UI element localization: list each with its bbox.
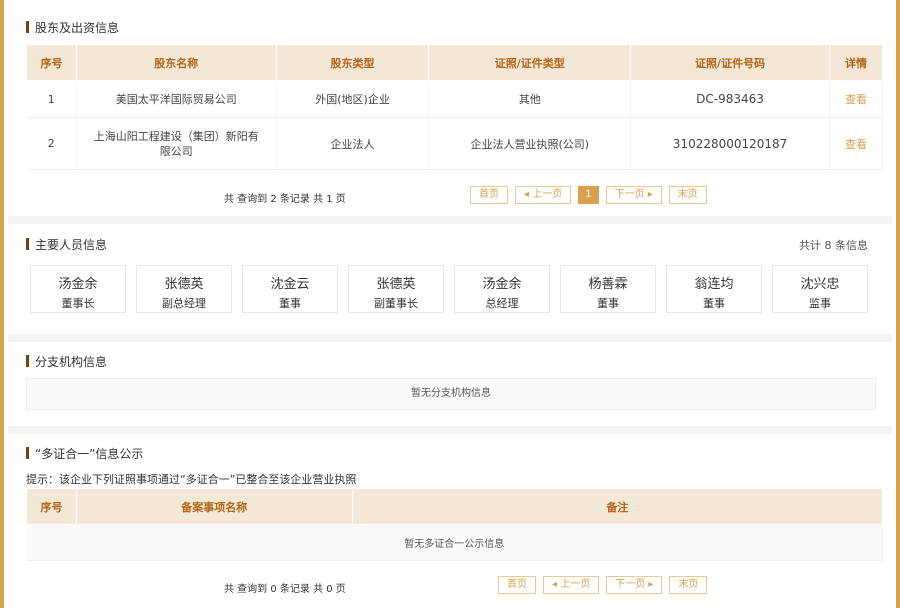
person-card[interactable]: 汤金余 董事长 (30, 265, 126, 313)
section-divider (8, 334, 892, 342)
prev-page-button[interactable]: ◂ 上一页 (543, 576, 600, 594)
row-name: 美国太平洋国际贸易公司 (76, 80, 277, 118)
person-card[interactable]: 张德英 副董事长 (348, 265, 444, 313)
multi-cert-hint: 提示：该企业下列证照事项通过“多证合一”已整合至该企业营业执照 (26, 473, 357, 486)
title-bar (26, 355, 29, 367)
shareholders-pager: 首页 ◂ 上一页 1 下一页 ▸ 末页 (470, 186, 707, 204)
row-no: 2 (26, 117, 77, 170)
person-name: 张德英 (376, 277, 416, 292)
shareholders-total: 共 查询到 2 条记录 共 1 页 (224, 194, 346, 205)
multi-cert-pager: 首页 ◂ 上一页 下一页 ▸ 末页 (498, 576, 708, 594)
last-page-button[interactable]: 末页 (669, 576, 708, 594)
current-page-button[interactable]: 1 (578, 186, 599, 204)
row-type: 外国(地区)企业 (276, 80, 430, 118)
table-row: 2 上海山阳工程建设（集团）新阳有限公司 企业法人 企业法人营业执照(公司) 3… (26, 117, 883, 170)
row-cert-no: DC-983463 (630, 80, 830, 118)
person-role: 监事 (809, 297, 831, 310)
prev-page-button[interactable]: ◂ 上一页 (515, 186, 572, 204)
person-card[interactable]: 汤金余 总经理 (454, 265, 550, 313)
row-cert-type: 其他 (428, 80, 632, 118)
shareholders-title-text: 股东及出资信息 (35, 20, 120, 35)
branches-title-text: 分支机构信息 (35, 354, 108, 369)
person-card[interactable]: 沈兴忠 监事 (772, 265, 868, 313)
person-name: 沈金云 (270, 277, 310, 292)
person-name: 沈兴忠 (800, 277, 840, 292)
person-card[interactable]: 沈金云 董事 (242, 265, 338, 313)
section-divider (8, 216, 892, 224)
person-name: 杨善霖 (588, 277, 628, 292)
col-item-name: 备案事项名称 (75, 488, 353, 525)
multi-cert-table: 序号 备案事项名称 备注 暂无多证合一公示信息 (26, 488, 884, 561)
title-bar (26, 238, 29, 250)
col-cert-type: 证照/证件类型 (428, 44, 632, 81)
personnel-title-text: 主要人员信息 (35, 237, 108, 252)
personnel-section: 主要人员信息 共计 8 条信息 汤金余 董事长 张德英 副总经理 沈金云 董事 … (8, 224, 892, 334)
title-bar (26, 447, 29, 459)
person-role: 董事 (597, 297, 619, 310)
view-detail-link[interactable]: 查看 (829, 80, 883, 118)
person-card[interactable]: 翁连均 董事 (666, 265, 762, 313)
table-header-row: 序号 股东名称 股东类型 证照/证件类型 证照/证件号码 详情 (26, 44, 883, 81)
row-cert-no: 310228000120187 (630, 117, 830, 170)
next-page-button[interactable]: 下一页 ▸ (606, 576, 663, 594)
col-name: 股东名称 (75, 44, 277, 81)
multi-cert-title-text: “多证合一”信息公示 (35, 446, 144, 461)
person-role: 总经理 (485, 297, 519, 310)
page-frame: 股东及出资信息 序号 股东名称 股东类型 证照/证件类型 证照/证件号码 详情 … (0, 0, 900, 608)
branches-title: 分支机构信息 (26, 353, 107, 369)
row-no: 1 (26, 80, 77, 118)
col-no: 序号 (26, 488, 77, 525)
first-page-button[interactable]: 首页 (498, 576, 536, 594)
multi-cert-total: 共 查询到 0 条记录 共 0 页 (224, 584, 346, 595)
multi-cert-title: “多证合一”信息公示 (26, 445, 143, 461)
person-role: 副总经理 (162, 297, 206, 310)
person-role: 董事长 (61, 297, 95, 310)
next-page-button[interactable]: 下一页 ▸ (605, 186, 662, 204)
person-role: 董事 (703, 297, 725, 310)
multi-cert-section: “多证合一”信息公示 提示：该企业下列证照事项通过“多证合一”已整合至该企业营业… (8, 434, 892, 608)
shareholders-table: 序号 股东名称 股东类型 证照/证件类型 证照/证件号码 详情 1 美国太平洋国… (26, 44, 883, 170)
branches-section: 分支机构信息 暂无分支机构信息 (8, 342, 892, 426)
personnel-list: 汤金余 董事长 张德英 副总经理 沈金云 董事 张德英 副董事长 汤金余 总经理… (30, 265, 870, 315)
shareholders-section: 股东及出资信息 序号 股东名称 股东类型 证照/证件类型 证照/证件号码 详情 … (8, 0, 892, 216)
person-name: 张德英 (164, 277, 204, 292)
person-name: 翁连均 (694, 277, 734, 292)
shareholders-title: 股东及出资信息 (26, 19, 119, 35)
title-bar (26, 21, 29, 33)
col-remark: 备注 (351, 488, 884, 525)
view-detail-link[interactable]: 查看 (829, 117, 883, 170)
col-type: 股东类型 (275, 44, 430, 81)
section-divider (8, 426, 892, 434)
branches-empty-message: 暂无分支机构信息 (26, 378, 876, 410)
table-row: 暂无多证合一公示信息 (26, 524, 883, 561)
person-role: 董事 (279, 297, 301, 310)
multi-cert-empty-message: 暂无多证合一公示信息 (26, 524, 883, 561)
col-cert-no: 证照/证件号码 (630, 44, 830, 81)
person-name: 汤金余 (58, 277, 98, 292)
person-role: 副董事长 (374, 297, 418, 310)
first-page-button[interactable]: 首页 (470, 186, 508, 204)
table-row: 1 美国太平洋国际贸易公司 外国(地区)企业 其他 DC-983463 查看 (26, 80, 883, 118)
row-cert-type: 企业法人营业执照(公司) (428, 117, 632, 170)
row-name: 上海山阳工程建设（集团）新阳有限公司 (76, 117, 277, 170)
personnel-count: 共计 8 条信息 (799, 239, 868, 252)
person-card[interactable]: 张德英 副总经理 (136, 265, 232, 313)
person-card[interactable]: 杨善霖 董事 (560, 265, 656, 313)
last-page-button[interactable]: 末页 (668, 186, 707, 204)
personnel-title: 主要人员信息 (26, 236, 107, 252)
col-detail: 详情 (829, 44, 883, 81)
col-no: 序号 (26, 44, 77, 81)
row-type: 企业法人 (276, 117, 430, 170)
person-name: 汤金余 (482, 277, 522, 292)
table-header-row: 序号 备案事项名称 备注 (26, 488, 884, 525)
